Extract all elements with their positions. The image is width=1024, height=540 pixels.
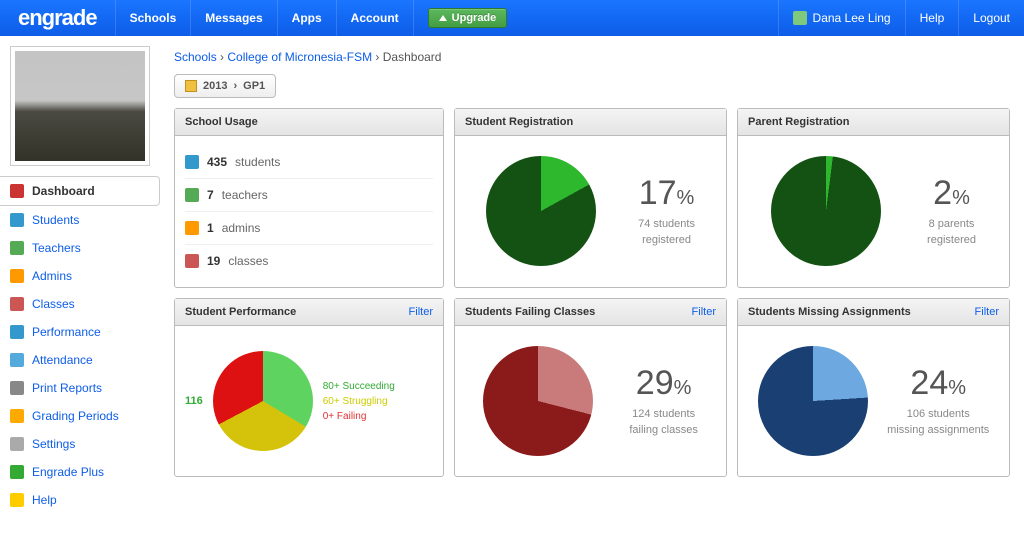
user-nav: Dana Lee Ling Help Logout [778,0,1024,36]
nav-schools[interactable]: Schools [115,0,192,36]
panel-title: School Usage [185,116,258,128]
usage-icon [185,188,199,202]
sidebar-item-label: Dashboard [32,184,95,198]
sidebar-item-admins[interactable]: Admins [0,262,160,290]
panel-parent-registration: Parent Registration 2% 8 parentsregister… [737,108,1010,288]
sidebar-item-help[interactable]: Help [0,486,160,514]
sidebar-item-label: Engrade Plus [32,465,104,479]
upload-icon [439,15,447,21]
stat-percent: 2% [927,174,976,213]
print-icon [10,381,24,395]
usage-item: 7 teachers [185,179,433,212]
side-nav: Dashboard Students Teachers Admins Classes Pe… [0,176,160,514]
panel-title: Student Registration [465,116,573,128]
stat-caption: 74 studentsregistered [638,217,695,248]
admin-icon [10,269,24,283]
sidebar-item-grading-periods[interactable]: Grading Periods [0,402,160,430]
sidebar: Dashboard Students Teachers Admins Classes Pe… [0,36,160,514]
home-icon [10,184,24,198]
perf-icon [10,325,24,339]
pie-chart [213,351,313,451]
sidebar-item-label: Students [32,213,79,227]
sidebar-item-label: Classes [32,297,75,311]
sidebar-item-label: Print Reports [32,381,102,395]
panel-failing-classes: Students Failing Classes Filter 29% 124 s… [454,298,727,477]
sidebar-item-label: Settings [32,437,75,451]
stat-caption: 124 studentsfailing classes [629,407,697,438]
period-selector[interactable]: 2013 › GP1 [174,74,276,98]
crumb-schools[interactable]: Schools [174,50,217,64]
top-nav: Schools Messages Apps Account [115,0,414,36]
filter-link[interactable]: Filter [692,306,716,318]
usage-item: 1 admins [185,212,433,245]
sidebar-item-classes[interactable]: Classes [0,290,160,318]
stat-percent: 24% [887,364,989,403]
nav-messages[interactable]: Messages [191,0,277,36]
grading-icon [10,409,24,423]
usage-item: 19 classes [185,245,433,277]
sidebar-item-label: Teachers [32,241,81,255]
usage-icon [185,254,199,268]
plus-icon [10,465,24,479]
stat-percent: 29% [629,364,697,403]
attend-icon [10,353,24,367]
student-icon [10,213,24,227]
filter-link[interactable]: Filter [975,306,999,318]
user-menu[interactable]: Dana Lee Ling [778,0,905,36]
pie-chart [758,346,868,456]
panel-title: Students Failing Classes [465,306,595,318]
profile-image [15,51,145,161]
help-icon [10,493,24,507]
upgrade-button[interactable]: Upgrade [428,8,508,28]
brand-logo: engrade [0,5,115,31]
teacher-icon [10,241,24,255]
sidebar-item-print-reports[interactable]: Print Reports [0,374,160,402]
crumb-current: Dashboard [383,50,442,64]
panel-missing-assignments: Students Missing Assignments Filter 24% 1… [737,298,1010,477]
help-link[interactable]: Help [905,0,959,36]
content: Schools › College of Micronesia-FSM › Da… [160,36,1024,514]
sidebar-item-label: Attendance [32,353,93,367]
sidebar-item-students[interactable]: Students [0,206,160,234]
breadcrumb: Schools › College of Micronesia-FSM › Da… [174,46,1010,74]
avatar-icon [793,11,807,25]
usage-icon [185,155,199,169]
settings-icon [10,437,24,451]
perf-count: 116 [185,395,203,407]
filter-link[interactable]: Filter [409,306,433,318]
sidebar-item-label: Help [32,493,57,507]
sidebar-item-settings[interactable]: Settings [0,430,160,458]
panel-school-usage: School Usage 435 students7 teachers1 adm… [174,108,444,288]
panel-title: Students Missing Assignments [748,306,911,318]
panel-student-registration: Student Registration 17% 74 studentsregi… [454,108,727,288]
nav-apps[interactable]: Apps [278,0,337,36]
topbar: engrade Schools Messages Apps Account Up… [0,0,1024,36]
sidebar-item-dashboard[interactable]: Dashboard [0,176,160,206]
stat-caption: 106 studentsmissing assignments [887,407,989,438]
panel-student-performance: Student Performance Filter 116 80+ Succee… [174,298,444,477]
crumb-school[interactable]: College of Micronesia-FSM [227,50,372,64]
sidebar-item-attendance[interactable]: Attendance [0,346,160,374]
classes-icon [10,297,24,311]
usage-icon [185,221,199,235]
nav-account[interactable]: Account [337,0,414,36]
pie-chart [483,346,593,456]
sidebar-item-label: Grading Periods [32,409,119,423]
sidebar-item-engrade-plus[interactable]: Engrade Plus [0,458,160,486]
calendar-icon [185,80,197,92]
panel-title: Student Performance [185,306,296,318]
stat-caption: 8 parentsregistered [927,217,976,248]
pie-chart [486,156,596,266]
profile-card [10,46,150,166]
sidebar-item-label: Admins [32,269,72,283]
usage-item: 435 students [185,146,433,179]
stat-percent: 17% [638,174,695,213]
logout-link[interactable]: Logout [958,0,1024,36]
sidebar-item-teachers[interactable]: Teachers [0,234,160,262]
pie-chart [771,156,881,266]
legend: 80+ Succeeding 60+ Struggling 0+ Failing [323,379,395,424]
sidebar-item-performance[interactable]: Performance [0,318,160,346]
sidebar-item-label: Performance [32,325,101,339]
panel-title: Parent Registration [748,116,849,128]
